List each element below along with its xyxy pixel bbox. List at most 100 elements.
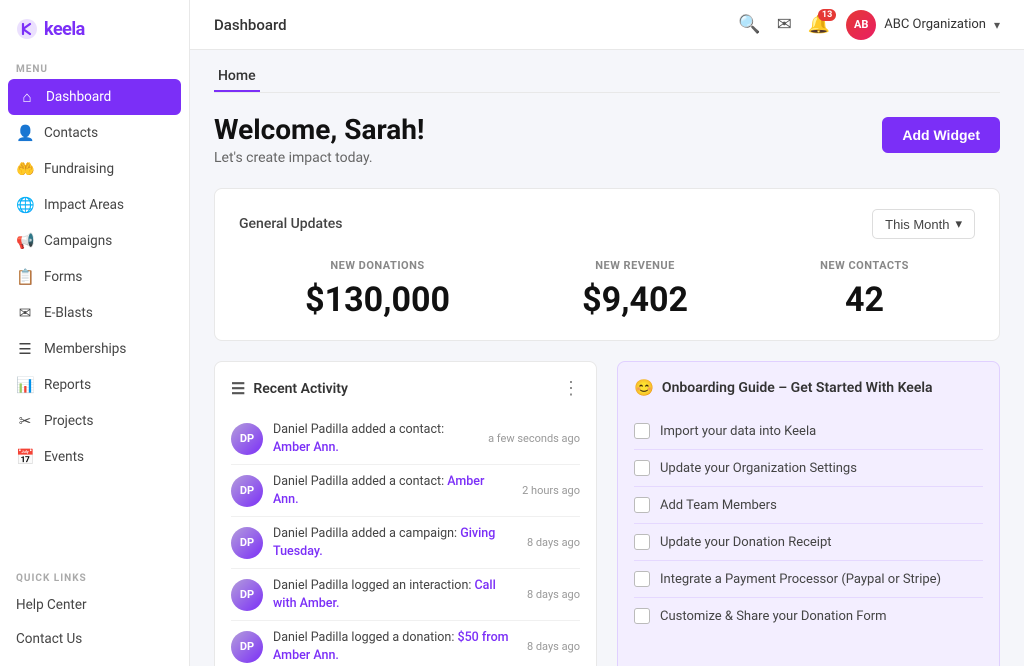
quick-links-section: QUICK LINKS Help CenterContact Us (0, 563, 189, 666)
list-item: DP Daniel Padilla added a contact: Amber… (231, 465, 580, 517)
activity-actor: Daniel Padilla logged an interaction: (273, 578, 474, 593)
sidebar-item-impact-areas[interactable]: 🌐Impact Areas (0, 187, 189, 223)
logo-text: keela (44, 19, 85, 40)
keela-logo-icon (16, 18, 38, 40)
welcome-title: Welcome, Sarah! (214, 113, 425, 146)
contacts-nav-label: Contacts (44, 125, 98, 141)
logo: keela (0, 0, 189, 54)
content-area: Home Welcome, Sarah! Let's create impact… (190, 50, 1024, 666)
list-item: Update your Donation Receipt (634, 524, 983, 561)
activity-time: a few seconds ago (488, 432, 580, 445)
sidebar-item-events[interactable]: 📅Events (0, 439, 189, 475)
stat-label: NEW REVENUE (582, 259, 688, 272)
welcome-subtitle: Let's create impact today. (214, 150, 425, 166)
sidebar-item-fundraising[interactable]: 🤲Fundraising (0, 151, 189, 187)
sidebar-item-forms[interactable]: 📋Forms (0, 259, 189, 295)
welcome-section: Welcome, Sarah! Let's create impact toda… (214, 113, 1000, 166)
stats-header: General Updates This Month ▾ (239, 209, 975, 239)
activity-actor: Daniel Padilla added a contact: (273, 422, 444, 437)
notification-badge: 13 (818, 9, 836, 21)
stat-label: NEW CONTACTS (820, 259, 909, 272)
quick-links-label: QUICK LINKS (0, 563, 189, 588)
list-item: Add Team Members (634, 487, 983, 524)
onboarding-item-label: Import your data into Keela (660, 424, 816, 439)
dashboard-nav-label: Dashboard (46, 89, 111, 105)
activity-text: Daniel Padilla logged an interaction: Ca… (273, 577, 511, 612)
mail-icon[interactable]: ✉ (777, 14, 792, 35)
avatar: DP (231, 423, 263, 455)
home-tab-bar: Home (214, 50, 1000, 93)
tab-home[interactable]: Home (214, 62, 260, 92)
stat-label: NEW DONATIONS (305, 259, 450, 272)
activity-more-icon[interactable]: ⋮ (562, 378, 580, 399)
stat-item: NEW CONTACTS 42 (820, 259, 909, 320)
org-avatar: AB (846, 10, 876, 40)
add-widget-button[interactable]: Add Widget (882, 117, 1000, 153)
org-info[interactable]: AB ABC Organization ▾ (846, 10, 1000, 40)
activity-actor: Daniel Padilla added a campaign: (273, 526, 460, 541)
sidebar-item-contacts[interactable]: 👤 Contacts (0, 115, 189, 151)
quick-link-help-center[interactable]: Help Center (0, 588, 189, 622)
onboarding-icon: 😊 (634, 378, 654, 397)
main-content: Dashboard 🔍 ✉ 🔔 13 AB ABC Organization ▾… (190, 0, 1024, 666)
activity-text: Daniel Padilla added a contact: Amber An… (273, 421, 472, 456)
quick-link-contact-us[interactable]: Contact Us (0, 622, 189, 656)
dashboard-nav-icon: ⌂ (18, 88, 36, 106)
activity-time: 2 hours ago (522, 484, 580, 497)
activity-title: Recent Activity (253, 381, 348, 397)
stat-value: $9,402 (582, 280, 688, 320)
activity-actor: Daniel Padilla added a contact: (273, 474, 447, 489)
list-item: Customize & Share your Donation Form (634, 598, 983, 634)
activity-actor: Daniel Padilla logged a donation: (273, 630, 457, 645)
onboarding-checkbox[interactable] (634, 423, 650, 439)
org-name: ABC Organization (884, 17, 986, 32)
forms-nav-icon: 📋 (16, 268, 34, 286)
onboarding-list: Import your data into Keela Update your … (634, 413, 983, 634)
list-item: DP Daniel Padilla logged an interaction:… (231, 569, 580, 621)
activity-time: 8 days ago (527, 588, 580, 601)
stats-grid: NEW DONATIONS $130,000 NEW REVENUE $9,40… (239, 259, 975, 320)
period-selector[interactable]: This Month ▾ (872, 209, 975, 239)
topbar: Dashboard 🔍 ✉ 🔔 13 AB ABC Organization ▾ (190, 0, 1024, 50)
avatar: DP (231, 579, 263, 611)
activity-link[interactable]: Amber Ann. (273, 440, 339, 455)
projects-nav-label: Projects (44, 413, 94, 429)
sidebar-item-reports[interactable]: 📊Reports (0, 367, 189, 403)
list-item: DP Daniel Padilla added a campaign: Givi… (231, 517, 580, 569)
onboarding-checkbox[interactable] (634, 460, 650, 476)
list-item: Import your data into Keela (634, 413, 983, 450)
onboarding-checkbox[interactable] (634, 608, 650, 624)
activity-icon: ☰ (231, 379, 245, 398)
menu-label: MENU (0, 54, 189, 79)
avatar: DP (231, 475, 263, 507)
search-icon[interactable]: 🔍 (738, 14, 760, 35)
onboarding-item-label: Customize & Share your Donation Form (660, 609, 887, 624)
sidebar-item-dashboard[interactable]: ⌂ Dashboard (0, 79, 189, 115)
onboarding-item-label: Update your Donation Receipt (660, 535, 832, 550)
fundraising-nav-label: Fundraising (44, 161, 114, 177)
nav-menu: ⌂ Dashboard 👤 Contacts 🤲Fundraising🌐Impact A… (0, 79, 189, 475)
activity-text: Daniel Padilla added a contact: Amber An… (273, 473, 506, 508)
sidebar-item-e-blasts[interactable]: ✉E-Blasts (0, 295, 189, 331)
stat-item: NEW DONATIONS $130,000 (305, 259, 450, 320)
sidebar-item-campaigns[interactable]: 📢 Campaigns (0, 223, 189, 259)
contacts-nav-icon: 👤 (16, 124, 34, 142)
onboarding-item-label: Add Team Members (660, 498, 777, 513)
campaigns-nav-icon: 📢 (16, 232, 34, 250)
campaigns-nav-label: Campaigns (44, 233, 112, 249)
onboarding-title: Onboarding Guide – Get Started With Keel… (662, 380, 933, 396)
activity-card-title-row: ☰ Recent Activity (231, 379, 348, 398)
stats-title: General Updates (239, 216, 342, 232)
sidebar-item-memberships[interactable]: ☰Memberships (0, 331, 189, 367)
stats-card: General Updates This Month ▾ NEW DONATIO… (214, 188, 1000, 341)
notification-icon[interactable]: 🔔 13 (808, 14, 830, 35)
activity-text: Daniel Padilla logged a donation: $50 fr… (273, 629, 511, 664)
onboarding-checkbox[interactable] (634, 497, 650, 513)
activity-time: 8 days ago (527, 536, 580, 549)
onboarding-card: 😊 Onboarding Guide – Get Started With Ke… (617, 361, 1000, 666)
sidebar-item-projects[interactable]: ✂Projects (0, 403, 189, 439)
onboarding-checkbox[interactable] (634, 534, 650, 550)
onboarding-checkbox[interactable] (634, 571, 650, 587)
impact-areas-nav-icon: 🌐 (16, 196, 34, 214)
avatar: DP (231, 527, 263, 559)
